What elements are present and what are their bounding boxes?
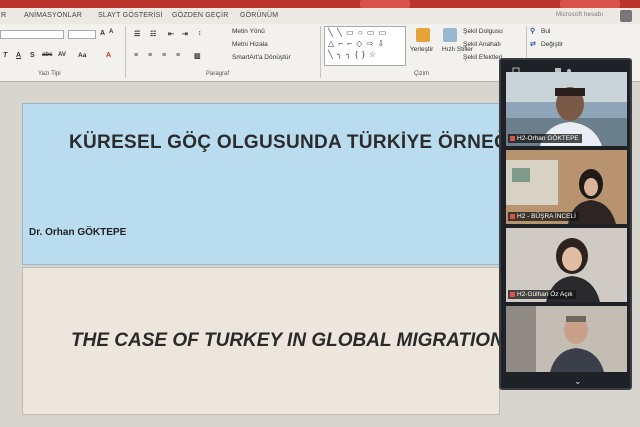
slide-title: THE CASE OF TURKEY IN GLOBAL MIGRATION (71, 330, 504, 351)
tab-slideshow[interactable]: SLAYT GÖSTERİSİ (98, 12, 163, 19)
text-direction-button[interactable]: Metin Yönü (232, 28, 265, 35)
underline-button[interactable]: A (16, 52, 21, 59)
change-case-button[interactable]: Aa (78, 52, 86, 59)
line-spacing-icon[interactable]: ↕ (198, 30, 202, 37)
bullets-icon[interactable]: ☰ (134, 30, 140, 38)
participant-name: H2-Gülhan Öz Açık (517, 291, 573, 298)
font-group-label: Yazı Tipi (38, 71, 61, 77)
arrange-button[interactable]: Yerleştir (410, 46, 433, 53)
tab-view[interactable]: GÖRÜNÜM (240, 12, 278, 19)
mic-muted-icon (510, 213, 515, 219)
divider (320, 26, 321, 78)
char-spacing-button[interactable]: AV (58, 52, 66, 58)
ribbon-tabs: R ANİMASYONLAR SLAYT GÖSTERİSİ GÖZDEN GE… (0, 8, 640, 24)
justify-icon[interactable]: ≡ (176, 52, 180, 59)
shape-outline-button[interactable]: Şekil Anahatı (463, 41, 501, 48)
align-center-icon[interactable]: ≡ (148, 52, 152, 59)
video-participants-panel: H2-Orhan GÖKTEPE H2 - BÜŞRA İNCELİ H2-Gü… (499, 58, 632, 390)
avatar[interactable] (620, 10, 632, 22)
meeting-controls-strip (0, 0, 640, 8)
mic-muted-icon (510, 291, 515, 297)
numbering-icon[interactable]: ☷ (150, 30, 156, 38)
participant-name: H2 - BÜŞRA İNCELİ (517, 213, 576, 220)
find-button[interactable]: Bul (541, 28, 550, 35)
meeting-control-button[interactable] (560, 0, 620, 8)
shape-effects-button[interactable]: Şekil Efektleri (463, 54, 502, 61)
columns-icon[interactable]: ▥ (194, 52, 201, 60)
tab-insert[interactable]: R (1, 12, 6, 19)
drawing-group-label: Çizim (414, 71, 429, 77)
video-tile[interactable]: H2 - BÜŞRA İNCELİ (506, 150, 627, 224)
font-size-dropdown[interactable] (68, 30, 96, 39)
panel-header[interactable] (509, 62, 629, 74)
participant-name: H2-Orhan GÖKTEPE (517, 135, 579, 142)
font-color-button[interactable]: A (106, 52, 111, 59)
paragraph-group-label: Paragraf (206, 71, 230, 77)
mic-muted-icon (510, 135, 515, 141)
participant-name-tag: H2 - BÜŞRA İNCELİ (508, 212, 579, 221)
font-name-dropdown[interactable] (0, 30, 64, 39)
slide-author: Dr. Orhan GÖKTEPE (29, 227, 127, 238)
increase-indent-icon[interactable]: ⇥ (182, 30, 188, 38)
divider (125, 26, 126, 78)
meeting-control-button[interactable] (360, 0, 410, 8)
align-text-button[interactable]: Metni Hizala (232, 41, 268, 48)
italic-button[interactable]: T (3, 52, 7, 59)
slide-2[interactable]: THE CASE OF TURKEY IN GLOBAL MIGRATION (22, 267, 504, 415)
video-tile[interactable] (506, 306, 627, 372)
shadow-button[interactable]: S (30, 52, 35, 59)
shrink-font-icon[interactable]: A (109, 29, 113, 35)
account-label[interactable]: Microsoft hesabı (556, 12, 603, 18)
smartart-button[interactable]: SmartArt'a Dönüştür (232, 54, 291, 61)
tab-animations[interactable]: ANİMASYONLAR (24, 12, 82, 19)
video-tile[interactable]: H2-Orhan GÖKTEPE (506, 72, 627, 146)
tab-review[interactable]: GÖZDEN GEÇİR (172, 12, 228, 19)
replace-icon[interactable]: ⇄ (530, 40, 536, 48)
participant-name-tag: H2-Gülhan Öz Açık (508, 290, 576, 299)
shapes-gallery[interactable]: ╲ ╲ ▭ ○ ▭ ▭ △ ⌐ ⌐ ◇ ⇨ ⇩ ╲ ╮ ╮ { } ☆ (324, 26, 406, 66)
strikethrough-button[interactable]: abc (42, 52, 52, 58)
find-icon[interactable]: ⚲ (530, 27, 535, 35)
chevron-down-icon[interactable]: ⌄ (574, 376, 582, 387)
grow-font-icon[interactable]: A (100, 30, 105, 37)
participant-video (506, 306, 627, 372)
slide-title: KÜRESEL GÖÇ OLGUSUNDA TÜRKİYE ÖRNEĞİ (69, 132, 515, 153)
quick-styles-icon[interactable] (443, 28, 457, 42)
shape-fill-button[interactable]: Şekil Dolgusu (463, 28, 503, 35)
participant-name-tag: H2-Orhan GÖKTEPE (508, 134, 582, 143)
arrange-icon[interactable] (416, 28, 430, 42)
video-tile[interactable]: H2-Gülhan Öz Açık (506, 228, 627, 302)
decrease-indent-icon[interactable]: ⇤ (168, 30, 174, 38)
slide-1[interactable]: KÜRESEL GÖÇ OLGUSUNDA TÜRKİYE ÖRNEĞİ Dr.… (22, 103, 514, 265)
align-right-icon[interactable]: ≡ (162, 52, 166, 59)
replace-button[interactable]: Değiştir (541, 41, 563, 48)
align-left-icon[interactable]: ≡ (134, 52, 138, 59)
